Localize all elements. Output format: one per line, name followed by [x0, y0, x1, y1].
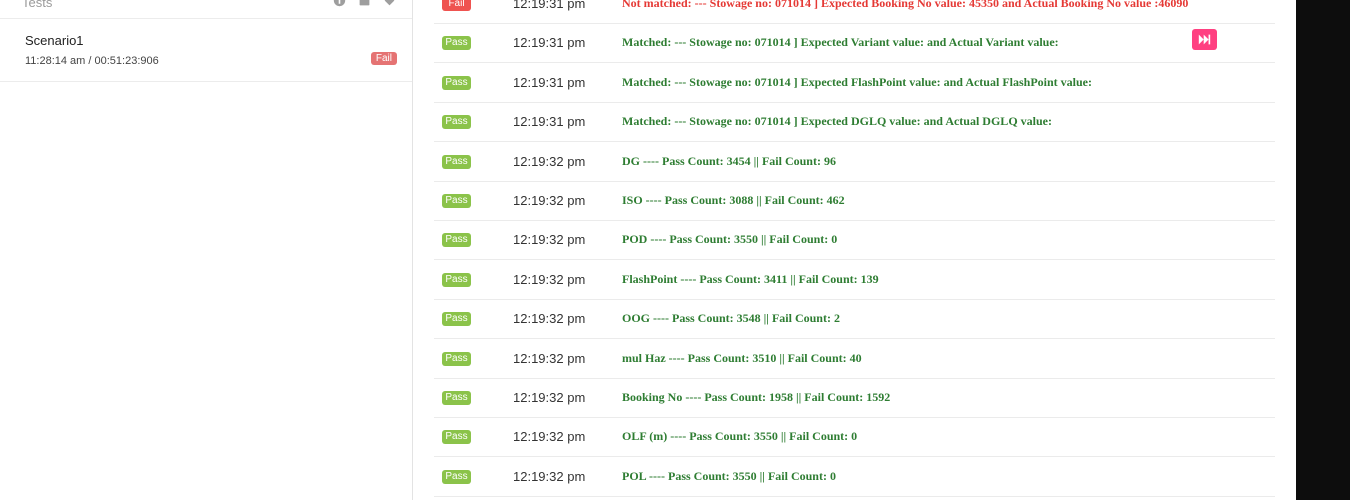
test-list-header: Tests — [0, 0, 412, 19]
log-row: Pass 12:19:32 pm OLF (m) ---- Pass Count: … — [434, 418, 1275, 458]
info-icon[interactable] — [333, 0, 346, 7]
log-timestamp: 12:19:31 pm — [513, 35, 586, 51]
log-row: Pass 12:19:31 pm Matched: --- Stowage no: … — [434, 24, 1275, 64]
log-row: Pass 12:19:31 pm Matched: --- Stowage no: … — [434, 103, 1275, 143]
log-message: POL ---- Pass Count: 3550 || Fail Count:… — [622, 468, 836, 483]
log-row: Pass 12:19:32 pm FlashPoint ---- Pass Coun… — [434, 261, 1275, 300]
log-message: FlashPoint ---- Pass Count: 3411 || Fail… — [622, 271, 879, 286]
log-message: OOG ---- Pass Count: 3548 || Fail Count:… — [622, 311, 840, 326]
scenario-item[interactable]: Scenario1 11:28:14 am / 00:51:23:906 Fai… — [0, 18, 412, 82]
log-timestamp: 12:19:31 pm — [513, 0, 586, 11]
log-message: POD ---- Pass Count: 3550 || Fail Count:… — [622, 232, 838, 247]
status-badge: Pass — [442, 391, 471, 405]
log-timestamp: 12:19:32 pm — [513, 429, 586, 445]
log-row: Pass 12:19:31 pm Matched: --- Stowage no: … — [434, 64, 1275, 103]
status-badge: Pass — [442, 233, 471, 248]
log-timestamp: 12:19:32 pm — [513, 193, 586, 208]
log-message: Not matched: --- Stowage no: 071014 ] Ex… — [622, 0, 1189, 10]
fast-forward-icon — [1198, 34, 1211, 45]
status-badge: Pass — [442, 430, 471, 445]
fast-forward-button[interactable] — [1192, 29, 1217, 50]
right-dark-strip — [1296, 0, 1350, 500]
log-row: Fail 12:19:31 pm Not matched: --- Stowage … — [434, 0, 1275, 24]
header-icons — [333, 0, 396, 7]
log-timestamp: 12:19:31 pm — [513, 74, 586, 90]
status-badge: Pass — [442, 115, 471, 130]
log-timestamp: 12:19:31 pm — [513, 114, 586, 130]
log-row: Pass 12:19:32 pm ISO ---- Pass Count: 3088… — [434, 182, 1275, 221]
log-message: OLF (m) ---- Pass Count: 3550 || Fail Co… — [622, 429, 858, 444]
log-row: Pass 12:19:32 pm Booking No ---- Pass Coun… — [434, 379, 1275, 418]
status-badge: Pass — [442, 75, 471, 90]
status-badge: Pass — [442, 272, 471, 287]
log-message: mul Haz ---- Pass Count: 3510 || Fail Co… — [622, 350, 862, 365]
log-message: Matched: --- Stowage no: 071014 ] Expect… — [622, 35, 1059, 50]
log-table: Fail 12:19:31 pm Not matched: --- Stowage … — [434, 0, 1275, 500]
log-timestamp: 12:19:32 pm — [513, 311, 586, 327]
status-badge: Pass — [442, 36, 471, 51]
test-list-title: Tests — [22, 0, 53, 10]
square-icon[interactable] — [358, 0, 371, 7]
scenario-time: 11:28:14 am / 00:51:23:906 — [25, 55, 159, 67]
log-row: Pass 12:19:32 pm POL ---- Pass Count: 3550… — [434, 458, 1275, 497]
status-badge: Pass — [442, 351, 471, 366]
log-row: Pass 12:19:32 pm POD ---- Pass Count: 3550… — [434, 221, 1275, 261]
log-message: DG ---- Pass Count: 3454 || Fail Count: … — [622, 153, 836, 168]
log-row: Pass 12:19:32 pm mul Haz ---- Pass Count: … — [434, 340, 1275, 379]
log-timestamp: 12:19:32 pm — [513, 232, 586, 248]
log-timestamp: 12:19:32 pm — [513, 153, 586, 169]
status-badge: Pass — [442, 312, 471, 327]
test-list-panel: Tests Scenario1 11:28:14 am / 00:51:23:9… — [0, 0, 413, 500]
log-message: Matched: --- Stowage no: 071014 ] Expect… — [622, 114, 1052, 129]
log-row: Pass 12:19:32 pm DG ---- Pass Count: 3454 … — [434, 143, 1275, 182]
log-row: Pass 12:19:32 pm OOG ---- Pass Count: 3548… — [434, 300, 1275, 340]
status-badge: Pass — [442, 154, 471, 169]
log-message: ISO ---- Pass Count: 3088 || Fail Count:… — [622, 193, 845, 207]
scenario-name: Scenario1 — [25, 33, 84, 48]
status-badge: Pass — [442, 469, 471, 484]
log-timestamp: 12:19:32 pm — [513, 390, 586, 405]
status-badge: Fail — [442, 0, 471, 11]
log-timestamp: 12:19:32 pm — [513, 468, 586, 484]
log-timestamp: 12:19:32 pm — [513, 350, 586, 366]
log-message: Matched: --- Stowage no: 071014 ] Expect… — [622, 74, 1092, 89]
log-timestamp: 12:19:32 pm — [513, 271, 586, 287]
filter-icon[interactable] — [383, 0, 396, 7]
log-message: Booking No ---- Pass Count: 1958 || Fail… — [622, 390, 891, 404]
status-badge: Fail — [370, 52, 397, 65]
status-badge: Pass — [442, 194, 471, 208]
